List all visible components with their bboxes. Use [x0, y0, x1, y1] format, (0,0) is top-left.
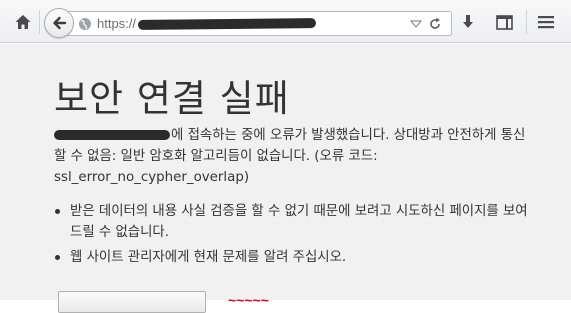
page-title: 보안 연결 실패: [54, 77, 290, 120]
advanced-link[interactable]: ~~~~~: [228, 292, 269, 308]
sidebar-button[interactable]: [489, 7, 519, 37]
reload-icon[interactable]: [428, 17, 442, 31]
list-item: 웹 사이트 관리자에게 현재 문제를 알려 주십시오.: [54, 247, 534, 268]
error-description: 에 접속하는 중에 오류가 발생했습니다. 상대방과 안전하게 통신 할 수 없…: [54, 125, 534, 188]
try-again-button[interactable]: [58, 291, 206, 313]
toolbar-divider: [39, 10, 40, 34]
home-icon: [15, 15, 31, 29]
download-button[interactable]: [453, 7, 483, 37]
back-button[interactable]: [44, 8, 74, 38]
back-arrow-icon: [53, 16, 67, 30]
url-text: https://: [97, 16, 137, 31]
dropdown-arrow-icon[interactable]: [410, 19, 422, 29]
redacted-hostname: [54, 130, 170, 140]
sidebar-icon: [495, 14, 513, 30]
list-item: 받은 데이터의 내용 사실 검증을 할 수 없기 때문에 보려고 시도하신 페이…: [54, 201, 534, 243]
download-icon: [463, 15, 473, 28]
menu-button[interactable]: [531, 7, 561, 37]
url-bar[interactable]: https://: [66, 11, 452, 36]
error-bullet-list: 받은 데이터의 내용 사실 검증을 할 수 없기 때문에 보려고 시도하신 페이…: [54, 201, 534, 272]
globe-icon: [79, 18, 91, 30]
home-button[interactable]: [8, 7, 38, 37]
toolbar-divider: [526, 10, 527, 34]
browser-toolbar: https://: [0, 0, 571, 43]
menu-icon: [538, 16, 554, 29]
redacted-url: [137, 18, 317, 30]
